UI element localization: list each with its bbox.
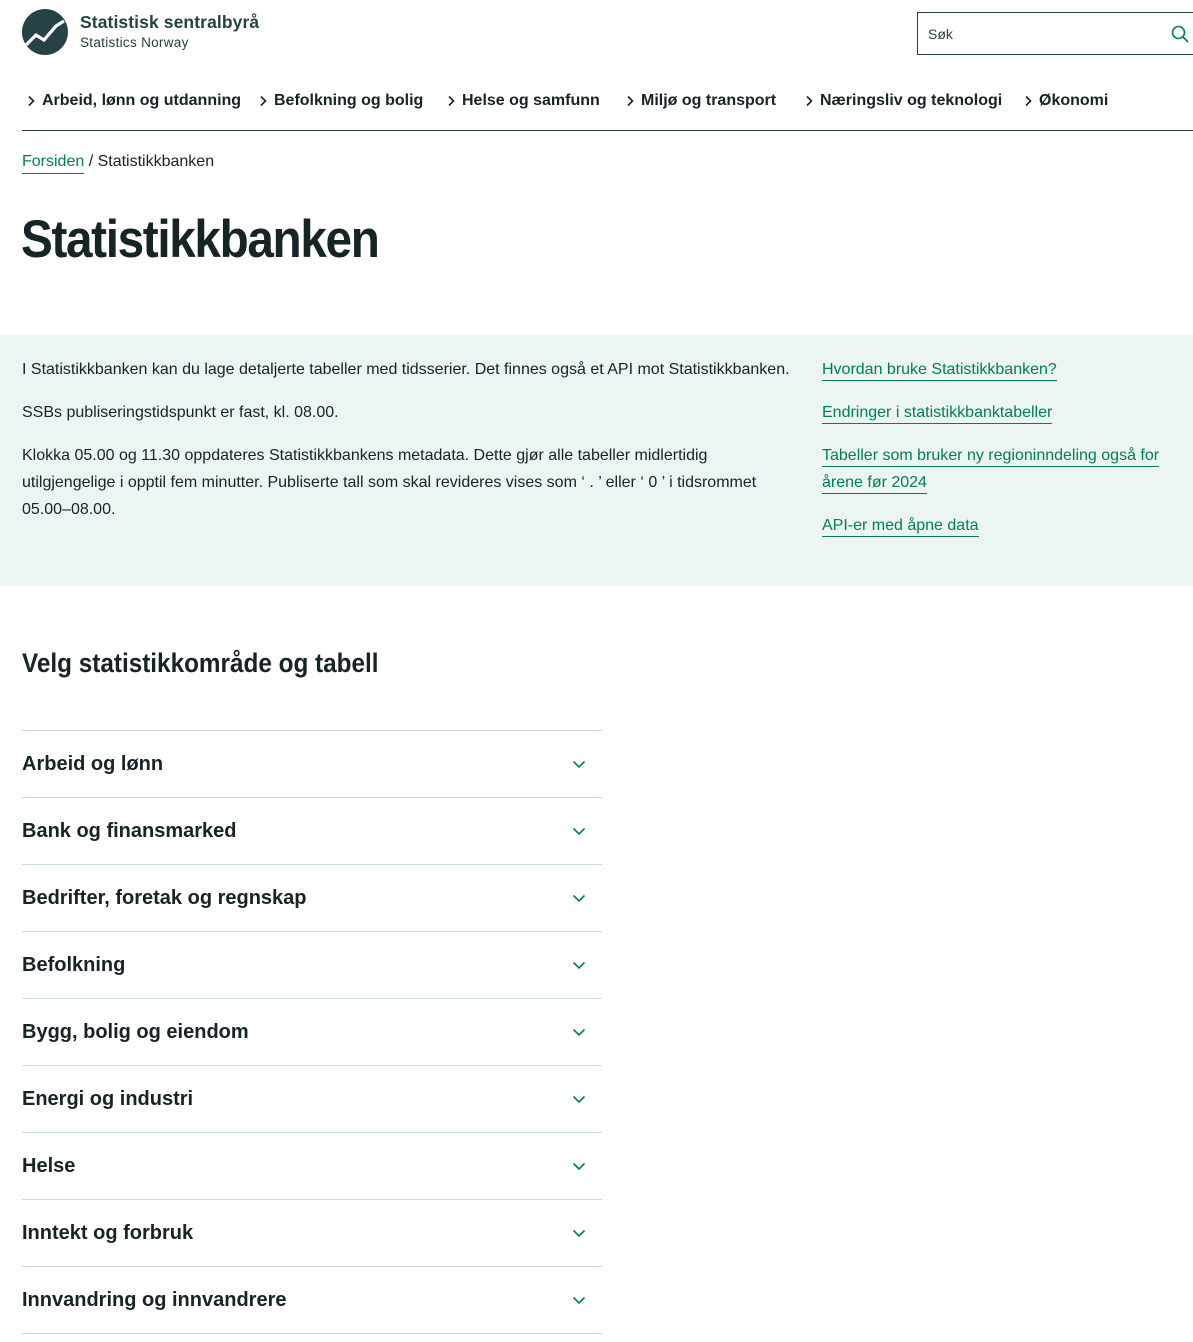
accordion-item[interactable]: Innvandring og innvandrere bbox=[22, 1267, 602, 1334]
info-link-label: Tabeller som bruker ny regioninndeling o… bbox=[822, 447, 1160, 494]
info-link-label: Endringer i statistikkbanktabeller bbox=[822, 404, 1053, 424]
nav-item-naeringsliv[interactable]: Næringsliv og teknologi bbox=[804, 88, 1002, 114]
info-link-label: Hvordan bruke Statistikkbanken? bbox=[822, 361, 1057, 381]
accordion-item[interactable]: Inntekt og forbruk bbox=[22, 1200, 602, 1267]
nav-item-label: Miljø og transport bbox=[641, 92, 777, 109]
chevron-right-icon bbox=[627, 95, 634, 107]
nav-item-label: Næringsliv og teknologi bbox=[820, 92, 1003, 109]
chevron-down-icon bbox=[572, 961, 586, 969]
nav-item-label: Befolkning og bolig bbox=[274, 92, 424, 109]
info-link-label: API-er med åpne data bbox=[822, 517, 979, 537]
chevron-right-icon bbox=[806, 95, 813, 107]
breadcrumb-current: Statistikkbanken bbox=[97, 153, 215, 170]
accordion-item[interactable]: Bedrifter, foretak og regnskap bbox=[22, 865, 602, 932]
section-title: Velg statistikkområde og tabell bbox=[22, 648, 379, 678]
accordion-label: Energi og industri bbox=[22, 1087, 194, 1110]
chevron-right-icon bbox=[28, 95, 35, 107]
site-header: Statistisk sentralbyrå Statistics Norway… bbox=[0, 0, 1193, 131]
info-links: Hvordan bruke Statistikkbanken? Endringe… bbox=[822, 356, 1190, 555]
search-box bbox=[917, 12, 1193, 55]
accordion-label: Bank og finansmarked bbox=[22, 819, 237, 842]
page-title: Statistikkbanken bbox=[21, 210, 380, 269]
nav-item-befolkning[interactable]: Befolkning og bolig bbox=[258, 88, 423, 114]
accordion-item[interactable]: Bank og finansmarked bbox=[22, 798, 602, 865]
accordion-label: Inntekt og forbruk bbox=[22, 1221, 194, 1244]
chevron-down-icon bbox=[572, 1028, 586, 1036]
chevron-right-icon bbox=[1025, 95, 1032, 107]
breadcrumb-home-link[interactable]: Forsiden bbox=[22, 153, 85, 174]
chevron-down-icon bbox=[572, 1162, 586, 1170]
accordion-item[interactable]: Befolkning bbox=[22, 932, 602, 999]
accordion-label: Bygg, bolig og eiendom bbox=[22, 1020, 249, 1043]
chevron-down-icon bbox=[572, 894, 586, 902]
subject-accordion: Arbeid og lønn Bank og finansmarked Bedr… bbox=[22, 730, 602, 1334]
search-input[interactable] bbox=[918, 13, 1158, 54]
info-link-how-to[interactable]: Hvordan bruke Statistikkbanken? bbox=[822, 356, 1190, 383]
accordion-item[interactable]: Bygg, bolig og eiendom bbox=[22, 999, 602, 1066]
info-panel: I Statistikkbanken kan du lage detaljert… bbox=[0, 335, 1193, 586]
logo-mark-icon bbox=[22, 9, 68, 55]
nav-item-arbeid[interactable]: Arbeid, lønn og utdanning bbox=[26, 88, 241, 114]
info-link-changes[interactable]: Endringer i statistikkbanktabeller bbox=[822, 399, 1190, 426]
accordion-item[interactable]: Helse bbox=[22, 1133, 602, 1200]
info-link-api[interactable]: API-er med åpne data bbox=[822, 512, 1190, 539]
nav-item-miljo[interactable]: Miljø og transport bbox=[625, 88, 776, 114]
logo-subtitle: Statistics Norway bbox=[80, 35, 189, 50]
chevron-right-icon bbox=[260, 95, 267, 107]
info-text: I Statistikkbanken kan du lage detaljert… bbox=[22, 356, 802, 539]
nav-item-label: Økonomi bbox=[1039, 92, 1109, 109]
info-paragraph: I Statistikkbanken kan du lage detaljert… bbox=[22, 361, 790, 378]
info-link-regions[interactable]: Tabeller som bruker ny regioninndeling o… bbox=[822, 442, 1190, 496]
chevron-down-icon bbox=[572, 760, 586, 768]
nav-item-helse[interactable]: Helse og samfunn bbox=[446, 88, 600, 114]
chevron-right-icon bbox=[448, 95, 455, 107]
breadcrumb: Forsiden / Statistikkbanken bbox=[22, 151, 215, 174]
breadcrumb-separator: / bbox=[84, 153, 98, 170]
info-paragraph: Klokka 05.00 og 11.30 oppdateres Statist… bbox=[22, 447, 757, 518]
accordion-item[interactable]: Arbeid og lønn bbox=[22, 731, 602, 798]
main-navigation: Arbeid, lønn og utdanning Befolkning og … bbox=[22, 88, 1193, 131]
accordion-label: Befolkning bbox=[22, 953, 126, 976]
accordion-label: Helse bbox=[22, 1154, 76, 1177]
chevron-down-icon bbox=[572, 1296, 586, 1304]
chevron-down-icon bbox=[572, 827, 586, 835]
search-icon[interactable] bbox=[1170, 24, 1190, 44]
logo-title: Statistisk sentralbyrå bbox=[80, 12, 260, 32]
accordion-label: Innvandring og innvandrere bbox=[22, 1288, 287, 1311]
chevron-down-icon bbox=[572, 1095, 586, 1103]
info-paragraph: SSBs publiseringstidspunkt er fast, kl. … bbox=[22, 404, 339, 421]
nav-item-okonomi[interactable]: Økonomi bbox=[1023, 88, 1108, 114]
accordion-item[interactable]: Energi og industri bbox=[22, 1066, 602, 1133]
nav-item-label: Arbeid, lønn og utdanning bbox=[42, 92, 242, 109]
ssb-logo[interactable]: Statistisk sentralbyrå Statistics Norway bbox=[22, 9, 259, 55]
chevron-down-icon bbox=[572, 1229, 586, 1237]
accordion-label: Arbeid og lønn bbox=[22, 752, 164, 775]
nav-item-label: Helse og samfunn bbox=[462, 92, 600, 109]
accordion-label: Bedrifter, foretak og regnskap bbox=[22, 886, 307, 909]
